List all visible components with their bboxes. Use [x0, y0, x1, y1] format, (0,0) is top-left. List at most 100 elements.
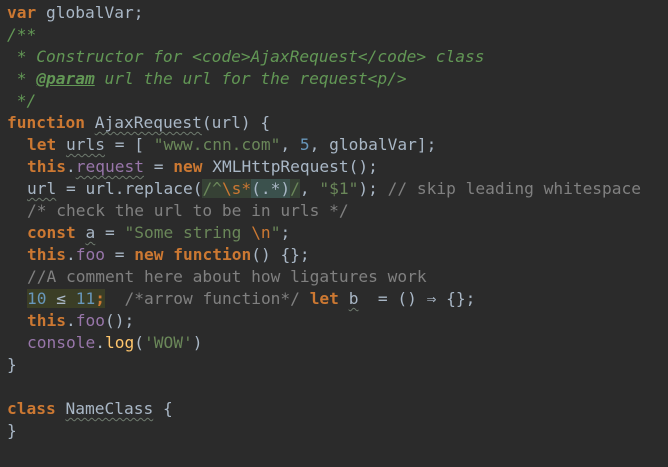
method-name: log [104, 333, 135, 352]
code-line-4: * @param url the url for the request<p/> [7, 68, 668, 90]
keyword: let [309, 289, 339, 308]
doc-comment: * Constructor for <code>AjaxRequest</cod… [7, 47, 485, 66]
code-text: , [280, 135, 300, 154]
code-text: = [95, 223, 125, 242]
code-text: (); [104, 311, 135, 330]
code-line-3: * Constructor for <code>AjaxRequest</cod… [7, 46, 668, 68]
block-comment: /*arrow function*/ [124, 289, 300, 308]
keyword: this [27, 311, 66, 330]
regex-group: (.*) [251, 179, 291, 198]
code-text: = url.replace( [56, 179, 203, 198]
line-comment: //A comment here about how ligatures wor… [27, 267, 427, 286]
code-line-2: /** [7, 24, 668, 46]
keyword: let [27, 135, 57, 154]
doc-comment: */ [7, 91, 37, 110]
string-literal: "Some string [124, 223, 252, 242]
code-line-19: class NameClass { [7, 398, 668, 420]
code-text: = () ⇒ {}; [358, 289, 476, 308]
regex-literal: /^ [202, 179, 222, 198]
code-text: (url) { [201, 113, 271, 132]
code-line-14: 10 ≤ 11; /*arrow function*/ let b = () ⇒… [7, 288, 668, 310]
code-line-17: } [7, 354, 668, 376]
code-line-20: } [7, 420, 668, 442]
code-line-1: var globalVar; [7, 2, 668, 24]
keyword: const [27, 223, 76, 242]
code-line-12: this.foo = new function() {}; [7, 244, 668, 266]
number-literal: 5 [299, 135, 310, 154]
semicolon: ; [95, 289, 105, 308]
string-literal: "www.cnn.com" [153, 135, 281, 154]
code-line-15: this.foo(); [7, 310, 668, 332]
code-text: . [65, 245, 76, 264]
code-text: } [7, 421, 17, 440]
block-comment: /* check the url to be in urls */ [27, 201, 349, 220]
property-name: request [75, 157, 144, 176]
code-text: ); [358, 179, 378, 198]
variable-name: a [85, 223, 96, 242]
keyword: new [134, 245, 164, 264]
variable-name: urls [66, 135, 105, 154]
keyword: new [173, 157, 203, 176]
number-literal: 10 [27, 289, 47, 308]
keyword: this [27, 245, 66, 264]
regex-literal: / [290, 179, 300, 198]
keyword: function [173, 245, 252, 264]
code-text: ; [280, 223, 291, 242]
code-text: = [104, 245, 135, 264]
code-line-11: const a = "Some string \n"; [7, 222, 668, 244]
code-line-7: let urls = [ "www.cnn.com", 5, globalVar… [7, 134, 668, 156]
code-text: . [65, 157, 76, 176]
property-name: foo [75, 245, 105, 264]
operator: ≤ [46, 289, 76, 308]
keyword: function [7, 113, 85, 132]
code-line-10: /* check the url to be in urls */ [7, 200, 668, 222]
doc-comment: url the url for the request<p/> [94, 69, 407, 88]
doc-comment: * [7, 69, 37, 88]
string-literal: "$1" [319, 179, 359, 198]
code-text: { [153, 399, 173, 418]
code-text: , [299, 179, 320, 198]
code-line-5: */ [7, 90, 668, 112]
code-text: = [ [104, 135, 154, 154]
string-escape: \n [251, 223, 271, 242]
function-name: AjaxRequest [94, 113, 202, 132]
variable-name: b [348, 289, 359, 308]
keyword: this [27, 157, 66, 176]
string-literal: 'WOW' [143, 333, 193, 352]
method-name: foo [75, 311, 105, 330]
code-line-13: //A comment here about how ligatures wor… [7, 266, 668, 288]
code-line-8: this.request = new XMLHttpRequest(); [7, 156, 668, 178]
code-text: . [95, 333, 105, 352]
code-line-6: function AjaxRequest(url) { [7, 112, 668, 134]
code-text: , globalVar]; [309, 135, 437, 154]
string-literal: " [270, 223, 281, 242]
code-editor[interactable]: var globalVar; /** * Constructor for <co… [0, 0, 668, 467]
code-text: ( [134, 333, 144, 352]
regex-escape: \s* [221, 179, 252, 198]
class-name: NameClass [65, 399, 154, 418]
variable-name: url [27, 179, 57, 198]
global-object: console [27, 333, 96, 352]
highlighted-expression: 10 ≤ 11; [27, 289, 105, 308]
code-text: . [65, 311, 76, 330]
keyword: var [7, 3, 37, 22]
doc-comment: /** [7, 25, 37, 44]
code-line-16: console.log('WOW') [7, 332, 668, 354]
number-literal: 11 [75, 289, 96, 308]
code-text: XMLHttpRequest(); [202, 157, 378, 176]
code-text: ) [192, 333, 203, 352]
code-text: globalVar; [36, 3, 144, 22]
code-line-9: url = url.replace(/^\s*(.*)/, "$1"); // … [7, 178, 668, 200]
code-text: () {}; [251, 245, 310, 264]
keyword: class [7, 399, 56, 418]
doc-tag: @param [36, 69, 95, 88]
line-comment: // skip leading whitespace [377, 179, 642, 198]
code-text: } [7, 355, 17, 374]
